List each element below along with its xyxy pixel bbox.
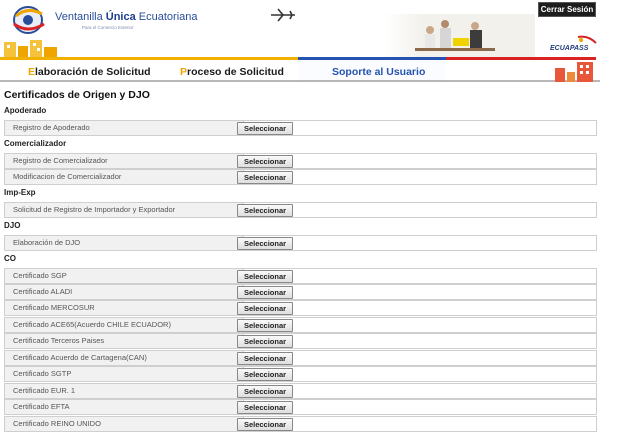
select-button[interactable]: Seleccionar (237, 319, 293, 332)
section-title-djo: DJO (4, 221, 21, 230)
list-item: Certificado Acuerdo de Cartagena(CAN) Se… (4, 350, 597, 366)
list-item: Registro de Comercializador Seleccionar (4, 153, 597, 169)
nav-divider (0, 80, 600, 82)
ecuapass-brand-text: ECUAPASS (550, 45, 589, 52)
item-label: Certificado MERCOSUR (5, 301, 244, 315)
item-label: Certificado ALADI (5, 285, 244, 299)
select-button[interactable]: Seleccionar (237, 204, 293, 217)
select-button[interactable]: Seleccionar (237, 270, 293, 283)
select-button[interactable]: Seleccionar (237, 286, 293, 299)
list-item: Certificado Terceros Paises Seleccionar (4, 333, 597, 349)
select-button[interactable]: Seleccionar (237, 401, 293, 414)
select-button[interactable]: Seleccionar (237, 418, 293, 431)
logout-button[interactable]: Cerrar Sesión (538, 2, 596, 17)
app-logo-subtitle: Para el Comercio Exterior (82, 25, 134, 30)
list-item: Modificacion de Comercializador Seleccio… (4, 169, 597, 185)
list-item: Solicitud de Registro de Importador y Ex… (4, 202, 597, 218)
list-item: Certificado SGP Seleccionar (4, 268, 597, 284)
list-item: Elaboración de DJO Seleccionar (4, 235, 597, 251)
page-title: Certificados de Origen y DJO (4, 89, 150, 101)
item-label: Certificado Acuerdo de Cartagena(CAN) (5, 351, 244, 365)
select-button[interactable]: Seleccionar (237, 155, 293, 168)
item-label: Certificado REINO UNIDO (5, 417, 244, 431)
section-title-apoderado: Apoderado (4, 106, 47, 115)
list-item: Certificado EFTA Seleccionar (4, 399, 597, 415)
select-button[interactable]: Seleccionar (237, 352, 293, 365)
item-label: Elaboración de DJO (5, 236, 244, 250)
item-label: Modificacion de Comercializador (5, 170, 244, 184)
list-item: Certificado ALADI Seleccionar (4, 284, 597, 300)
select-button[interactable]: Seleccionar (237, 122, 293, 135)
buildings-left-icon (4, 40, 57, 57)
list-item: Certificado ACE65(Acuerdo CHILE ECUADOR)… (4, 317, 597, 333)
item-label: Registro de Apoderado (5, 121, 244, 135)
airplane-icon (271, 8, 295, 22)
list-item: Registro de Apoderado Seleccionar (4, 120, 597, 136)
app-logo-title: Ventanilla Única Ecuatoriana (55, 11, 198, 23)
section-title-comercializador: Comercializador (4, 139, 67, 148)
select-button[interactable]: Seleccionar (237, 171, 293, 184)
select-button[interactable]: Seleccionar (237, 237, 293, 250)
buildings-right-icon (555, 62, 593, 82)
list-item: Certificado SGTP Seleccionar (4, 366, 597, 382)
globe-logo-icon (13, 6, 45, 34)
app-header: Ventanilla Única Ecuatoriana Para el Com… (0, 0, 621, 57)
section-title-co: CO (4, 254, 16, 263)
item-label: Solicitud de Registro de Importador y Ex… (5, 203, 244, 217)
list-item: Certificado EUR. 1 Seleccionar (4, 383, 597, 399)
business-people-photo (385, 14, 535, 57)
item-label: Certificado EFTA (5, 400, 244, 414)
item-label: Certificado SGP (5, 269, 244, 283)
item-label: Registro de Comercializador (5, 154, 244, 168)
item-label: Certificado Terceros Paises (5, 334, 244, 348)
item-label: Certificado SGTP (5, 367, 244, 381)
section-title-imp-exp: Imp-Exp (4, 188, 36, 197)
select-button[interactable]: Seleccionar (237, 385, 293, 398)
item-label: Certificado EUR. 1 (5, 384, 244, 398)
select-button[interactable]: Seleccionar (237, 302, 293, 315)
list-item: Certificado REINO UNIDO Seleccionar (4, 416, 597, 432)
item-label: Certificado ACE65(Acuerdo CHILE ECUADOR) (5, 318, 244, 332)
select-button[interactable]: Seleccionar (237, 335, 293, 348)
list-item: Certificado MERCOSUR Seleccionar (4, 300, 597, 316)
select-button[interactable]: Seleccionar (237, 368, 293, 381)
